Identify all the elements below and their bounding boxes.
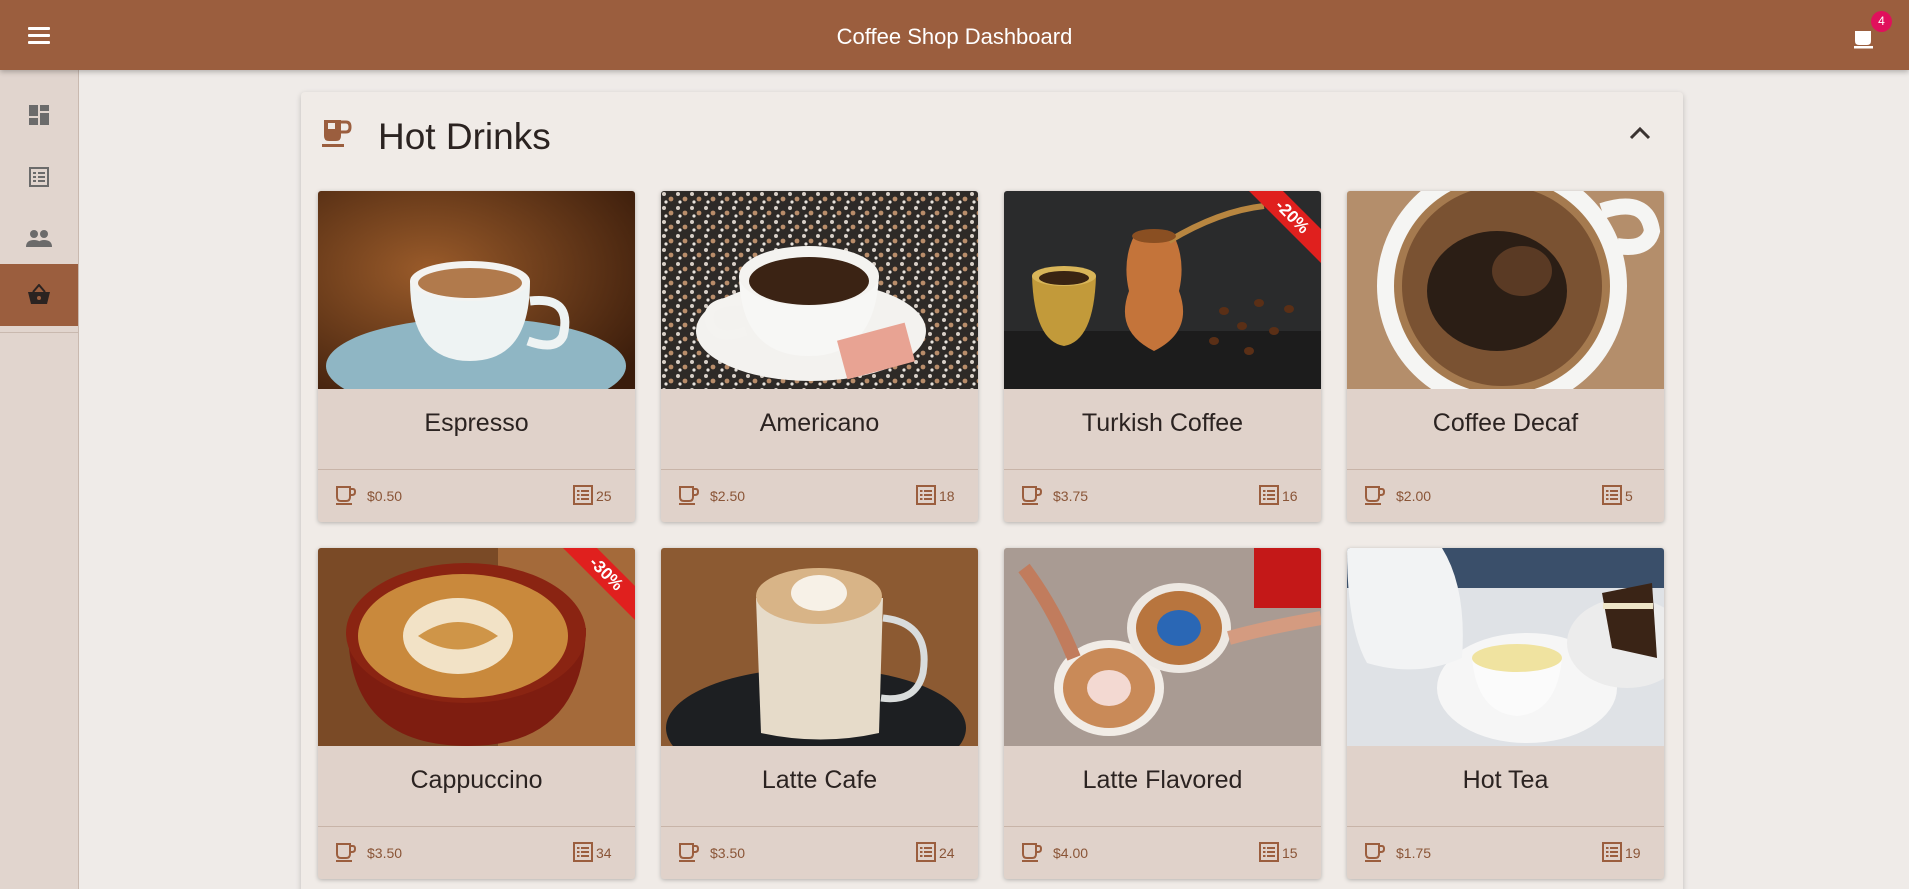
- list-icon: [1602, 485, 1622, 510]
- product-stock: 25: [596, 488, 612, 504]
- list-icon: [573, 485, 593, 510]
- coffee-cup-icon: [678, 842, 700, 867]
- product-name: Americano: [759, 409, 880, 437]
- list-icon: [916, 485, 936, 510]
- product-stock: 24: [939, 845, 955, 861]
- top-app-bar: Coffee Shop Dashboard 4: [0, 0, 1909, 70]
- product-stock: 18: [939, 488, 955, 504]
- product-price: $2.50: [710, 488, 746, 504]
- sidebar-item-customers[interactable]: [0, 208, 78, 270]
- card-footer: $1.75 19: [1347, 826, 1664, 879]
- sidebar-item-orders[interactable]: [0, 146, 78, 208]
- product-card-hot-tea[interactable]: Hot Tea $1.75 19: [1347, 548, 1664, 879]
- coffee-cup-icon: [678, 485, 700, 510]
- product-stock: 19: [1625, 845, 1641, 861]
- product-card-coffee-decaf[interactable]: Coffee Decaf $2.00 5: [1347, 191, 1664, 522]
- product-stock: 16: [1282, 488, 1298, 504]
- coffee-cup-icon: [1364, 842, 1386, 867]
- product-price: $3.50: [367, 845, 403, 861]
- product-price: $4.00: [1053, 845, 1089, 861]
- card-footer: $3.50 24: [661, 826, 978, 879]
- product-stock: 15: [1282, 845, 1298, 861]
- card-footer: $3.50 34: [318, 826, 635, 879]
- product-name: Espresso: [424, 409, 529, 437]
- product-card-espresso[interactable]: Espresso $0.50 25: [318, 191, 635, 522]
- list-icon: [1259, 485, 1279, 510]
- product-name: Latte Cafe: [761, 766, 878, 794]
- product-card-americano[interactable]: Americano $2.50 18: [661, 191, 978, 522]
- product-image: [318, 191, 635, 389]
- card-footer: $3.75 16: [1004, 469, 1321, 522]
- coffee-cup-icon: [335, 485, 357, 510]
- coffee-cup-icon: [321, 116, 353, 155]
- product-stock: 5: [1625, 488, 1633, 504]
- product-image: [1347, 548, 1664, 746]
- product-name: Turkish Coffee: [1081, 409, 1244, 437]
- product-price: $2.00: [1396, 488, 1432, 504]
- product-image: [661, 191, 978, 389]
- app-title: Coffee Shop Dashboard: [836, 24, 1073, 49]
- sidebar: [0, 70, 79, 889]
- product-card-latte-cafe[interactable]: Latte Cafe $3.50 24: [661, 548, 978, 879]
- product-image: [1347, 191, 1664, 389]
- product-price: $3.50: [710, 845, 746, 861]
- product-price: $3.75: [1053, 488, 1089, 504]
- hot-drinks-panel: Hot Drinks Espresso $0.50 25 Americano $…: [301, 92, 1683, 889]
- list-icon: [1602, 842, 1622, 867]
- product-image: [661, 548, 978, 746]
- product-card-cappuccino[interactable]: -30% Cappuccino $3.50 34: [318, 548, 635, 879]
- chevron-up-icon[interactable]: [1629, 126, 1651, 145]
- list-icon: [573, 842, 593, 867]
- coffee-cup-icon: [1021, 842, 1043, 867]
- list-icon: [1259, 842, 1279, 867]
- section-title: Hot Drinks: [378, 116, 551, 157]
- list-icon: [916, 842, 936, 867]
- product-card-turkish-coffee[interactable]: -20% Turkish Coffee $3.75 16: [1004, 191, 1321, 522]
- product-name: Coffee Decaf: [1432, 409, 1579, 437]
- coffee-cup-icon: [335, 842, 357, 867]
- product-image: [1004, 191, 1321, 389]
- card-footer: $2.00 5: [1347, 469, 1664, 522]
- product-price: $1.75: [1396, 845, 1432, 861]
- product-stock: 34: [596, 845, 612, 861]
- card-footer: $0.50 25: [318, 469, 635, 522]
- product-card-latte-flavored[interactable]: Latte Flavored $4.00 15: [1004, 548, 1321, 879]
- product-name: Cappuccino: [410, 766, 543, 794]
- dashboard-icon: [29, 105, 49, 125]
- card-footer: $4.00 15: [1004, 826, 1321, 879]
- product-image: [1004, 548, 1321, 746]
- sidebar-item-products[interactable]: [0, 264, 78, 326]
- people-icon: [26, 230, 52, 247]
- product-price: $0.50: [367, 488, 403, 504]
- sidebar-divider: [0, 332, 78, 333]
- product-image: [318, 548, 635, 746]
- coffee-cup-icon: [1364, 485, 1386, 510]
- sidebar-item-dashboard[interactable]: [0, 84, 78, 146]
- cart-count-badge: 4: [1871, 11, 1892, 32]
- list-icon: [29, 167, 49, 187]
- product-name: Latte Flavored: [1082, 766, 1243, 794]
- basket-icon: [28, 284, 50, 304]
- card-footer: $2.50 18: [661, 469, 978, 522]
- coffee-cup-icon: [1021, 485, 1043, 510]
- product-name: Hot Tea: [1462, 766, 1549, 794]
